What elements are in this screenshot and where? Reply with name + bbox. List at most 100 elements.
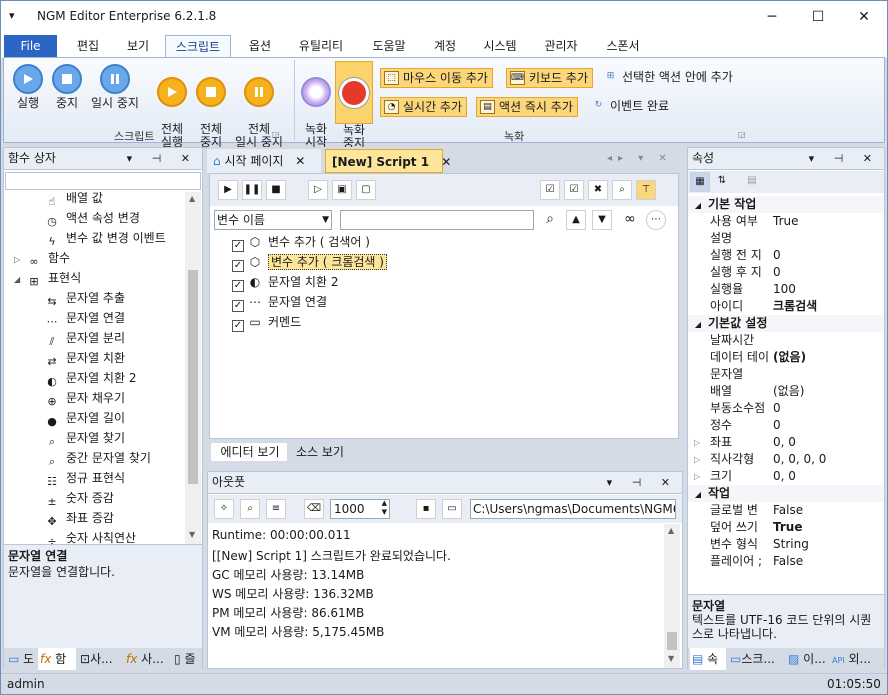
tab-scroll-icons[interactable]: ◂▸ ▾ ✕ (607, 153, 673, 164)
checkbox[interactable]: ✓ (232, 280, 244, 292)
move-down-icon[interactable]: ▼ (592, 210, 612, 230)
delete-icon[interactable]: ✖ (588, 180, 608, 200)
variable-select[interactable]: 변수 이름 ▼ (214, 210, 332, 230)
add-keyboard-button[interactable]: ⌨ 키보드 추가 (506, 68, 594, 88)
function-tree-scrollbar[interactable]: ▲ ▼ (185, 192, 201, 544)
folder-open-icon[interactable]: ▭ (442, 499, 462, 519)
maximize-button[interactable]: ☐ (795, 1, 841, 33)
tab-source-view[interactable]: 소스 보기 (289, 443, 349, 461)
property-row[interactable]: 실행 후 지 0 (688, 264, 884, 281)
move-up-icon[interactable]: ▲ (566, 210, 586, 230)
tree-item[interactable]: ⇆ 문자열 추출 (44, 288, 125, 308)
property-row[interactable]: 설명 (688, 230, 884, 247)
stop-icon[interactable]: ■ (266, 180, 286, 200)
scroll-thumb[interactable] (667, 632, 677, 650)
tab-user-functions[interactable]: fx 사... (124, 648, 170, 670)
tree-view-icon[interactable]: ⊤ (636, 180, 656, 200)
property-pages-icon[interactable]: ▤ (742, 172, 762, 192)
tab-close-icon[interactable]: ✕ (441, 155, 451, 169)
property-row[interactable]: 문자열 (688, 366, 884, 383)
property-value[interactable]: 0, 0 (773, 434, 796, 451)
panel-controls[interactable]: ▾ ⊣ ✕ (127, 148, 198, 169)
panel-controls[interactable]: ▾ ⊣ ✕ (607, 472, 678, 493)
property-row[interactable]: 글로벌 변 False (688, 502, 884, 519)
add-action-now-button[interactable]: ▤ 액션 즉시 추가 (476, 97, 578, 117)
search-icon[interactable]: ⌕ (612, 180, 632, 200)
script-action-item[interactable]: ✓ ◐ 문자열 치환 2 (232, 272, 338, 292)
stop-all-button[interactable]: 전체 중지 (191, 64, 231, 149)
add-mouse-move-button[interactable]: ⬚ 마우스 이동 추가 (380, 68, 493, 88)
tab-properties[interactable]: ▤ 속 (690, 648, 726, 670)
expand-icon[interactable]: ▷ (14, 250, 26, 270)
spin-icon[interactable]: ▲ ▼ (382, 499, 387, 517)
property-row[interactable]: 날짜시간 (688, 332, 884, 349)
play-from-icon[interactable]: ▣ (332, 180, 352, 200)
tree-group[interactable]: ▷ ∞ 함수 (14, 248, 70, 268)
property-value[interactable]: 0 (773, 417, 781, 434)
property-row[interactable]: ▷ 크기 0, 0 (688, 468, 884, 485)
eraser-icon[interactable]: ⌫ (304, 499, 324, 519)
tree-item[interactable]: ⫽ 문자열 분리 (44, 328, 125, 348)
property-value[interactable]: 100 (773, 281, 796, 298)
property-row[interactable]: 덮어 쓰기 True (688, 519, 884, 536)
tab-file[interactable]: File (4, 35, 57, 57)
check-all-icon[interactable]: ☑ (540, 180, 560, 200)
tab-favorites[interactable]: ▯ 즐 (172, 648, 202, 670)
function-search-input[interactable] (5, 172, 201, 190)
tab-account[interactable]: 계정 (423, 35, 467, 57)
property-row[interactable]: ▷ 좌표 0, 0 (688, 434, 884, 451)
record-stop-button[interactable]: 녹화 중지 (335, 61, 373, 150)
property-row[interactable]: 데이터 테이 (없음) (688, 349, 884, 366)
tree-item[interactable]: ⌕ 문자열 찾기 (44, 428, 125, 448)
tab-start-page[interactable]: ⌂ 시작 페이지 ✕ (207, 149, 321, 173)
add-in-selected-action-button[interactable]: ⊞ 선택한 액션 안에 추가 (600, 68, 737, 88)
tree-item[interactable]: ÷ 숫자 사칙연산 (44, 528, 136, 544)
run-button[interactable]: 실행 (8, 64, 48, 110)
pause-icon[interactable]: ❚❚ (242, 180, 262, 200)
tab-view[interactable]: 보기 (115, 35, 161, 57)
add-realtime-button[interactable]: ◔ 실시간 추가 (380, 97, 468, 117)
script-action-item[interactable]: ✓ ⬡ 변수 추가 ( 검색어 ) (232, 232, 370, 252)
play-selected-icon[interactable]: ▢ (356, 180, 376, 200)
property-category[interactable]: ◢ 작업 (688, 485, 884, 502)
property-row[interactable]: 배열 (없음) (688, 383, 884, 400)
tree-item[interactable]: ± 숫자 증감 (44, 488, 114, 508)
tab-options[interactable]: 옵션 (237, 35, 283, 57)
property-value[interactable]: False (773, 553, 803, 570)
checkbox[interactable]: ✓ (232, 300, 244, 312)
expand-icon[interactable]: ▷ (694, 451, 700, 468)
collapse-icon[interactable]: ◢ (688, 197, 708, 214)
run-all-button[interactable]: 전체 실행 (152, 64, 192, 149)
property-value[interactable]: (없음) (773, 349, 806, 366)
tree-item[interactable]: ⌕ 중간 문자열 찾기 (44, 448, 151, 468)
property-value[interactable]: True (773, 213, 799, 230)
tab-script[interactable]: 스크립트 (165, 35, 231, 57)
property-row[interactable]: 사용 여부 True (688, 213, 884, 230)
collapse-icon[interactable]: ◢ (14, 270, 26, 290)
tree-item[interactable]: ✥ 좌표 증감 (44, 508, 114, 528)
tab-system[interactable]: 시스템 (475, 35, 525, 57)
tab-devices[interactable]: ▭ 도 (6, 648, 38, 670)
property-row[interactable]: ▷ 직사각형 0, 0, 0, 0 (688, 451, 884, 468)
close-button[interactable]: ✕ (841, 1, 887, 33)
group-launcher-icon[interactable]: ◲ (738, 130, 746, 139)
checkbox[interactable]: ✓ (232, 260, 244, 272)
property-row[interactable]: 정수 0 (688, 417, 884, 434)
event-complete-button[interactable]: ↻ 이벤트 완료 (588, 97, 673, 117)
property-row[interactable]: 실행 전 지 0 (688, 247, 884, 264)
checkbox[interactable]: ✓ (232, 240, 244, 252)
sort-az-icon[interactable]: ⇅ (712, 172, 732, 192)
property-category[interactable]: ◢ 기본값 설정 (688, 315, 884, 332)
clear-log-icon[interactable]: ✧ (214, 499, 234, 519)
property-value[interactable]: True (773, 519, 802, 536)
minimize-button[interactable]: ─ (749, 1, 795, 33)
menu-lines-icon[interactable]: ≡ (266, 499, 286, 519)
record-start-button[interactable]: 녹화 시작 (298, 64, 334, 149)
tab-external[interactable]: API 외... (830, 648, 882, 670)
output-scrollbar[interactable]: ▲ ▼ (664, 524, 680, 668)
script-action-item[interactable]: ✓ ⬡ 변수 추가 ( 크롬검색 ) (232, 252, 387, 272)
property-row[interactable]: 실행율 100 (688, 281, 884, 298)
tab-editor-view[interactable]: 에디터 보기 (211, 443, 287, 461)
script-action-item[interactable]: ✓ ▭ 커멘드 (232, 312, 301, 332)
property-row[interactable]: 플레이어 ; False (688, 553, 884, 570)
